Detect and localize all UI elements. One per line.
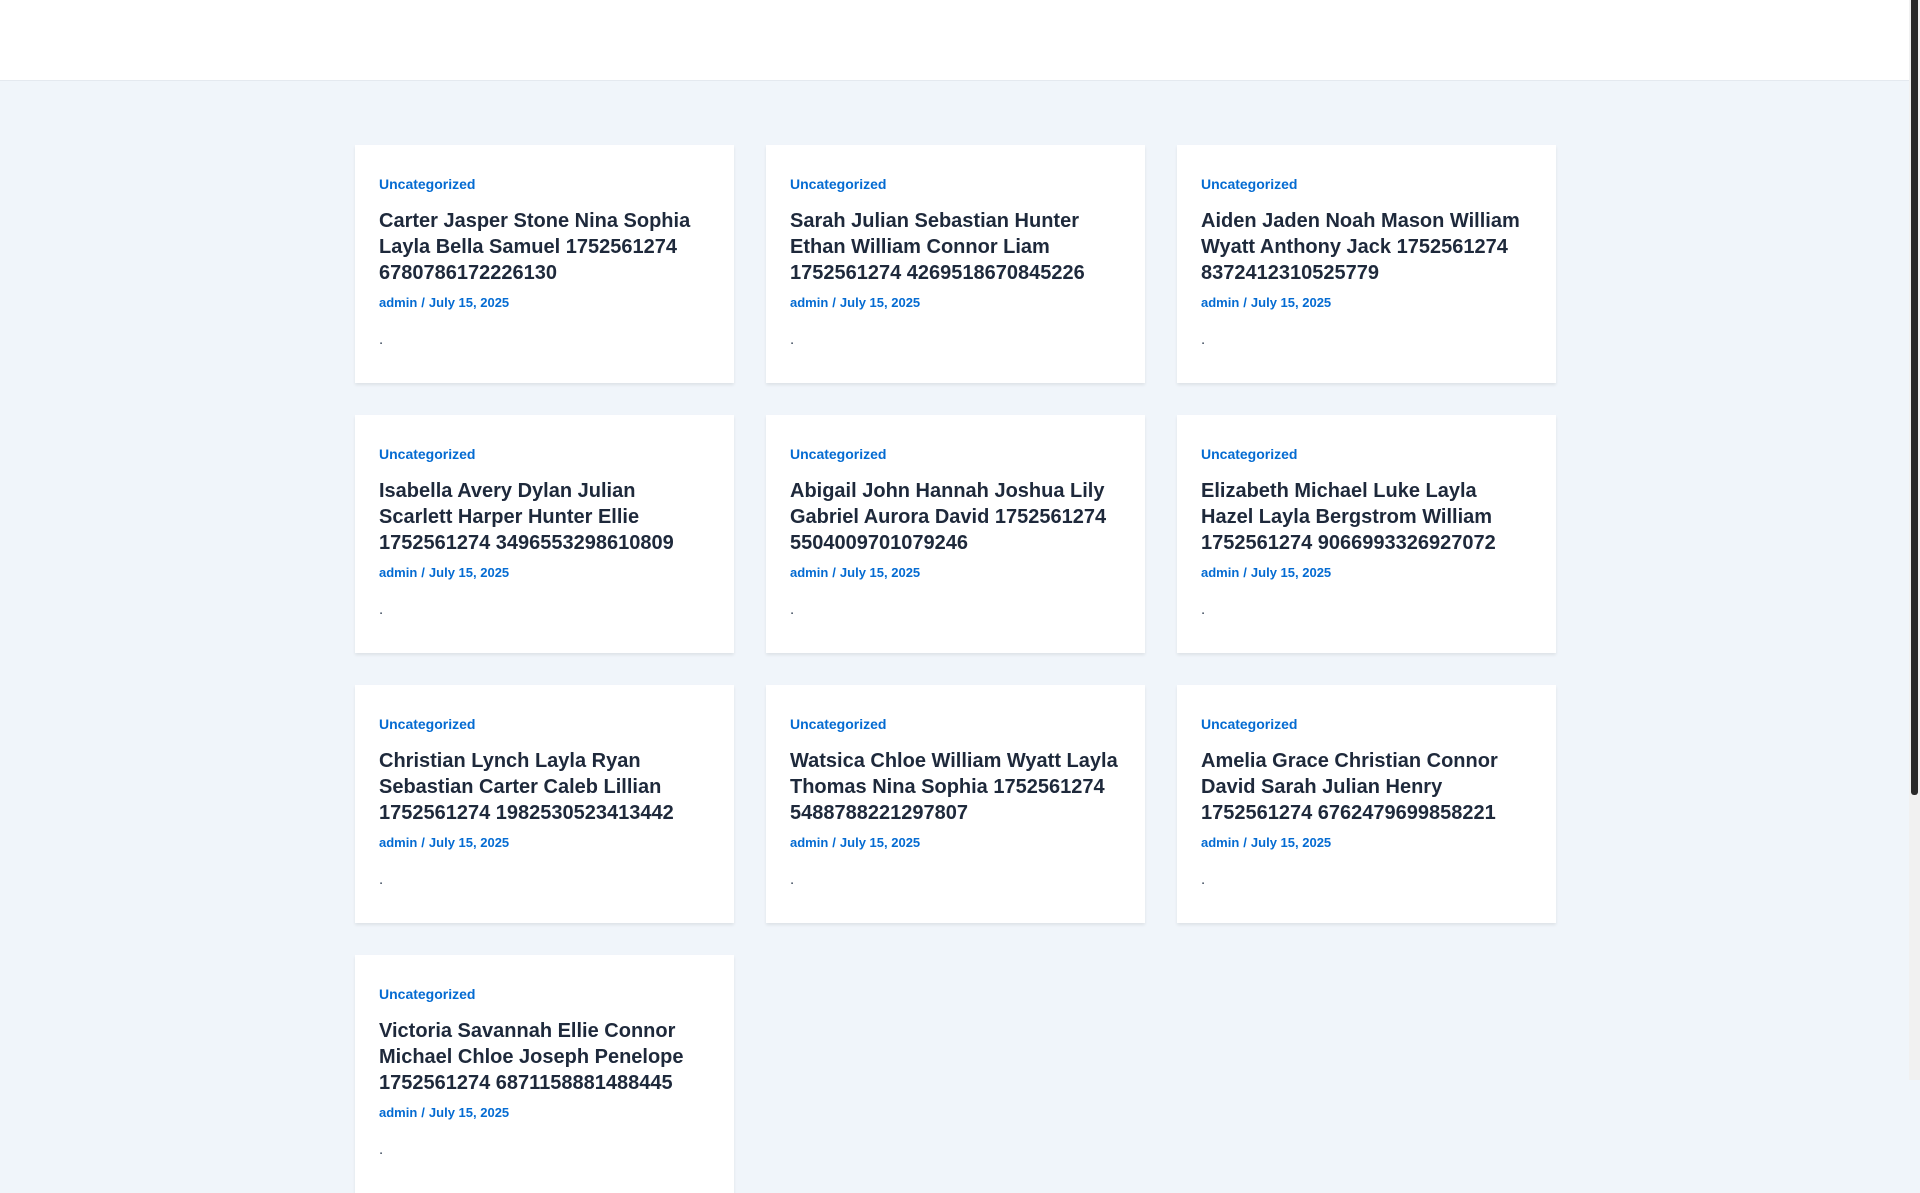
- post-category-link[interactable]: Uncategorized: [1201, 175, 1532, 193]
- scrollbar-thumb[interactable]: [1911, 0, 1918, 795]
- meta-separator: /: [421, 295, 425, 310]
- meta-separator: /: [421, 1105, 425, 1120]
- post-excerpt: .: [790, 871, 795, 888]
- post-date-link[interactable]: July 15, 2025: [1251, 565, 1331, 580]
- post-excerpt: .: [379, 331, 384, 348]
- post-author-link[interactable]: admin: [790, 835, 828, 850]
- post-meta: admin / July 15, 2025: [379, 294, 710, 312]
- post-author-link[interactable]: admin: [1201, 835, 1239, 850]
- post-meta: admin / July 15, 2025: [1201, 834, 1532, 852]
- post-title-link[interactable]: Amelia Grace Christian Connor David Sara…: [1201, 748, 1532, 826]
- post-date-link[interactable]: July 15, 2025: [429, 295, 509, 310]
- meta-separator: /: [421, 565, 425, 580]
- post-date-link[interactable]: July 15, 2025: [1251, 835, 1331, 850]
- post-category-link[interactable]: Uncategorized: [379, 175, 710, 193]
- post-title-link[interactable]: Victoria Savannah Ellie Connor Michael C…: [379, 1018, 710, 1096]
- post-meta: admin / July 15, 2025: [1201, 294, 1532, 312]
- post-category-link[interactable]: Uncategorized: [379, 445, 710, 463]
- post-meta: admin / July 15, 2025: [379, 834, 710, 852]
- post-meta: admin / July 15, 2025: [790, 294, 1121, 312]
- post-title-link[interactable]: Carter Jasper Stone Nina Sophia Layla Be…: [379, 208, 710, 286]
- post-meta: admin / July 15, 2025: [379, 564, 710, 582]
- meta-separator: /: [1243, 835, 1247, 850]
- post-meta: admin / July 15, 2025: [1201, 564, 1532, 582]
- post-date-link[interactable]: July 15, 2025: [429, 565, 509, 580]
- post-title-link[interactable]: Sarah Julian Sebastian Hunter Ethan Will…: [790, 208, 1121, 286]
- post-card: Uncategorized Carter Jasper Stone Nina S…: [355, 145, 734, 383]
- post-title-link[interactable]: Elizabeth Michael Luke Layla Hazel Layla…: [1201, 478, 1532, 556]
- post-author-link[interactable]: admin: [379, 835, 417, 850]
- post-date-link[interactable]: July 15, 2025: [1251, 295, 1331, 310]
- post-category-link[interactable]: Uncategorized: [790, 715, 1121, 733]
- meta-separator: /: [832, 835, 836, 850]
- post-category-link[interactable]: Uncategorized: [1201, 445, 1532, 463]
- post-excerpt: .: [1201, 871, 1206, 888]
- post-author-link[interactable]: admin: [379, 295, 417, 310]
- post-excerpt: .: [379, 871, 384, 888]
- post-meta: admin / July 15, 2025: [790, 564, 1121, 582]
- post-grid: Uncategorized Carter Jasper Stone Nina S…: [355, 145, 1556, 1193]
- post-date-link[interactable]: July 15, 2025: [840, 565, 920, 580]
- post-excerpt: .: [790, 601, 795, 618]
- meta-separator: /: [832, 295, 836, 310]
- meta-separator: /: [832, 565, 836, 580]
- post-category-link[interactable]: Uncategorized: [790, 445, 1121, 463]
- post-card: Uncategorized Sarah Julian Sebastian Hun…: [766, 145, 1145, 383]
- post-meta: admin / July 15, 2025: [379, 1104, 710, 1122]
- post-author-link[interactable]: admin: [1201, 565, 1239, 580]
- post-card: Uncategorized Watsica Chloe William Wyat…: [766, 685, 1145, 923]
- post-author-link[interactable]: admin: [790, 295, 828, 310]
- post-title-link[interactable]: Christian Lynch Layla Ryan Sebastian Car…: [379, 748, 710, 826]
- post-card: Uncategorized Amelia Grace Christian Con…: [1177, 685, 1556, 923]
- post-category-link[interactable]: Uncategorized: [1201, 715, 1532, 733]
- post-author-link[interactable]: admin: [379, 565, 417, 580]
- meta-separator: /: [1243, 295, 1247, 310]
- post-card: Uncategorized Christian Lynch Layla Ryan…: [355, 685, 734, 923]
- post-card: Uncategorized Aiden Jaden Noah Mason Wil…: [1177, 145, 1556, 383]
- vertical-scrollbar[interactable]: [1909, 0, 1920, 1080]
- post-author-link[interactable]: admin: [790, 565, 828, 580]
- post-excerpt: .: [1201, 601, 1206, 618]
- post-category-link[interactable]: Uncategorized: [790, 175, 1121, 193]
- post-card: Uncategorized Victoria Savannah Ellie Co…: [355, 955, 734, 1193]
- post-category-link[interactable]: Uncategorized: [379, 985, 710, 1003]
- post-category-link[interactable]: Uncategorized: [379, 715, 710, 733]
- site-header: [0, 0, 1909, 81]
- post-date-link[interactable]: July 15, 2025: [840, 295, 920, 310]
- post-title-link[interactable]: Isabella Avery Dylan Julian Scarlett Har…: [379, 478, 710, 556]
- post-excerpt: .: [379, 1141, 384, 1158]
- post-title-link[interactable]: Abigail John Hannah Joshua Lily Gabriel …: [790, 478, 1121, 556]
- post-author-link[interactable]: admin: [1201, 295, 1239, 310]
- post-title-link[interactable]: Aiden Jaden Noah Mason William Wyatt Ant…: [1201, 208, 1532, 286]
- post-date-link[interactable]: July 15, 2025: [840, 835, 920, 850]
- post-card: Uncategorized Abigail John Hannah Joshua…: [766, 415, 1145, 653]
- post-card: Uncategorized Isabella Avery Dylan Julia…: [355, 415, 734, 653]
- post-excerpt: .: [1201, 331, 1206, 348]
- post-date-link[interactable]: July 15, 2025: [429, 835, 509, 850]
- post-card: Uncategorized Elizabeth Michael Luke Lay…: [1177, 415, 1556, 653]
- post-author-link[interactable]: admin: [379, 1105, 417, 1120]
- post-excerpt: .: [790, 331, 795, 348]
- post-excerpt: .: [379, 601, 384, 618]
- meta-separator: /: [421, 835, 425, 850]
- meta-separator: /: [1243, 565, 1247, 580]
- post-title-link[interactable]: Watsica Chloe William Wyatt Layla Thomas…: [790, 748, 1121, 826]
- post-date-link[interactable]: July 15, 2025: [429, 1105, 509, 1120]
- post-meta: admin / July 15, 2025: [790, 834, 1121, 852]
